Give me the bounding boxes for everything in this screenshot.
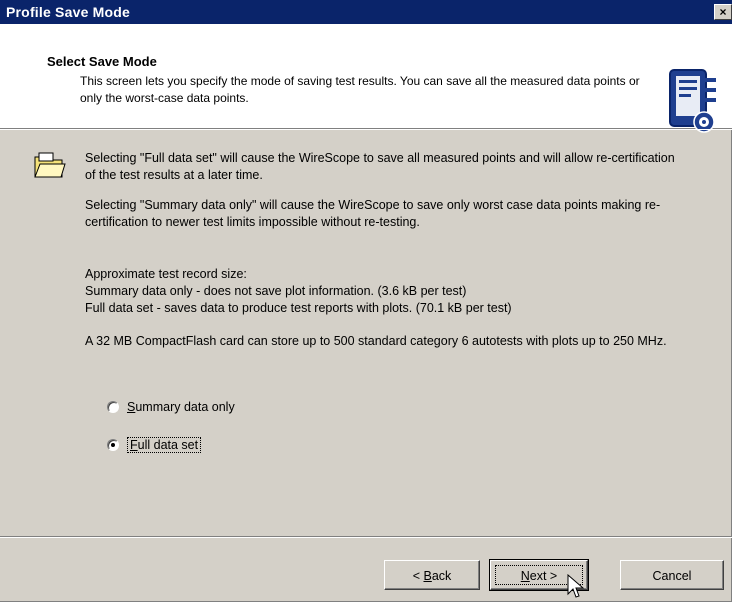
window-title: Profile Save Mode <box>6 4 130 20</box>
profile-save-mode-dialog: Profile Save Mode × Select Save Mode Thi… <box>0 0 732 602</box>
summary-data-explanation: Selecting "Summary data only" will cause… <box>85 198 661 229</box>
record-size-info: Approximate test record size: Summary da… <box>85 266 675 317</box>
back-button[interactable]: < Back <box>384 560 480 590</box>
folder-icon <box>34 152 66 178</box>
full-data-label[interactable]: Full data set <box>127 437 202 453</box>
close-button[interactable]: × <box>714 4 732 20</box>
header-title: Select Save Mode <box>47 54 157 69</box>
record-size-full: Full data set - saves data to produce te… <box>85 301 512 315</box>
compactflash-note: A 32 MB CompactFlash card can store up t… <box>85 334 667 348</box>
cancel-button[interactable]: Cancel <box>620 560 724 590</box>
summary-data-radio[interactable] <box>107 401 119 413</box>
header-description: This screen lets you specify the mode of… <box>80 74 640 105</box>
record-size-summary: Summary data only - does not save plot i… <box>85 284 467 298</box>
device-profile-icon <box>669 69 716 133</box>
record-size-heading: Approximate test record size: <box>85 267 247 281</box>
full-data-explanation: Selecting "Full data set" will cause the… <box>85 151 675 182</box>
summary-data-label[interactable]: Summary data only <box>127 400 235 414</box>
full-data-option[interactable]: Full data set <box>107 437 202 453</box>
summary-data-option[interactable]: Summary data only <box>107 400 235 414</box>
header-separator <box>0 129 732 130</box>
mouse-pointer-icon <box>567 574 585 598</box>
title-bar: Profile Save Mode × <box>0 0 732 24</box>
full-data-radio[interactable] <box>107 439 119 451</box>
wizard-header: Select Save Mode This screen lets you sp… <box>0 24 732 133</box>
footer-separator-highlight <box>0 537 732 538</box>
